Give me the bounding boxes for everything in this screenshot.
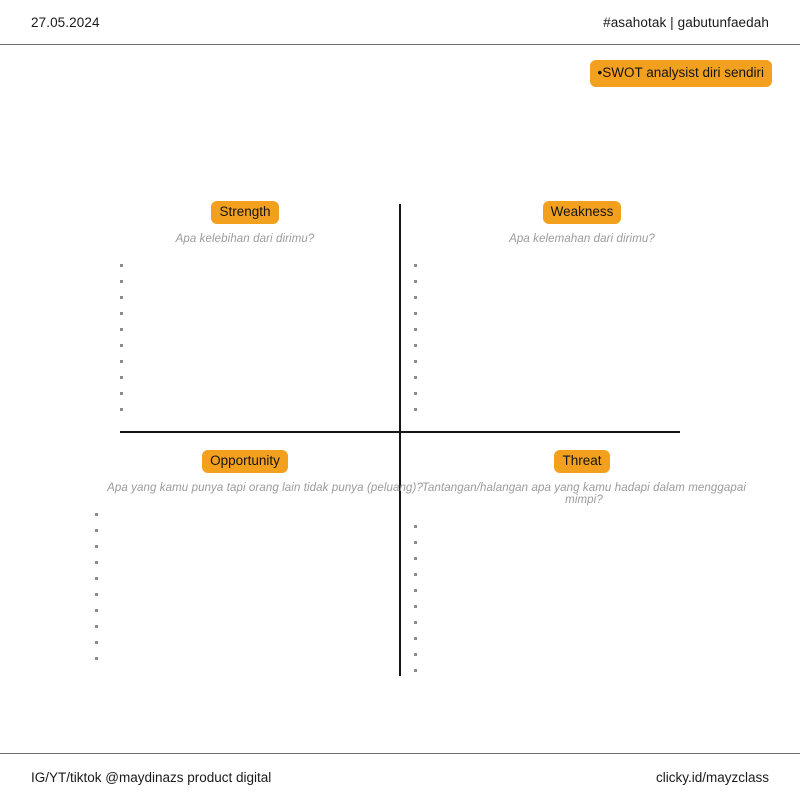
bullet-entry-line[interactable]: [414, 306, 762, 322]
header-date: 27.05.2024: [31, 15, 100, 30]
quadrant-weakness-header: Weakness: [402, 201, 762, 224]
quadrant-threat-bullet-list[interactable]: [414, 519, 762, 679]
footer-link: clicky.id/mayzclass: [655, 770, 769, 785]
bullet-entry-line[interactable]: [95, 587, 425, 603]
bullet-entry-line[interactable]: [414, 663, 762, 679]
bullet-entry-line[interactable]: [414, 551, 762, 567]
quadrant-weakness-prompt: Apa kelemahan dari dirimu?: [509, 232, 655, 245]
bullet-entry-line[interactable]: [414, 647, 762, 663]
quadrant-strength-prompt: Apa kelebihan dari dirimu?: [175, 232, 315, 245]
matrix-horizontal-divider: [120, 431, 680, 433]
bullet-entry-line[interactable]: [120, 338, 425, 354]
quadrant-weakness-badge: Weakness: [542, 201, 622, 224]
bullet-entry-line[interactable]: [120, 274, 425, 290]
bullet-entry-line[interactable]: [95, 635, 425, 651]
quadrant-opportunity-bullet-list[interactable]: [95, 507, 425, 667]
bullet-entry-line[interactable]: [414, 402, 762, 418]
bullet-entry-line[interactable]: [95, 603, 425, 619]
bullet-entry-line[interactable]: [414, 567, 762, 583]
bullet-entry-line[interactable]: [120, 290, 425, 306]
bullet-entry-line[interactable]: [414, 519, 762, 535]
bullet-entry-line[interactable]: [414, 583, 762, 599]
bullet-entry-line[interactable]: [120, 386, 425, 402]
bullet-entry-line[interactable]: [414, 386, 762, 402]
bullet-entry-line[interactable]: [120, 258, 425, 274]
quadrant-opportunity-header: Opportunity: [65, 450, 425, 473]
bullet-entry-line[interactable]: [414, 338, 762, 354]
bullet-entry-line[interactable]: [120, 322, 425, 338]
bullet-entry-line[interactable]: [414, 322, 762, 338]
bullet-entry-line[interactable]: [120, 306, 425, 322]
quadrant-strength-badge: Strength: [211, 201, 279, 224]
quadrant-threat-badge: Threat: [554, 450, 610, 473]
quadrant-threat-prompt: Tantangan/halangan apa yang kamu hadapi …: [421, 481, 747, 506]
bullet-entry-line[interactable]: [120, 402, 425, 418]
bullet-entry-line[interactable]: [120, 370, 425, 386]
quadrant-opportunity: Opportunity Apa yang kamu punya tapi ora…: [65, 450, 425, 667]
bullet-entry-line[interactable]: [414, 258, 762, 274]
bullet-entry-line[interactable]: [95, 539, 425, 555]
quadrant-strength: Strength Apa kelebihan dari dirimu?: [65, 201, 425, 418]
header-divider: [0, 44, 800, 45]
header-handle: #asahotak | gabutunfaedah: [603, 15, 769, 30]
quadrant-strength-bullet-list[interactable]: [120, 258, 425, 418]
quadrant-weakness-bullet-list[interactable]: [414, 258, 762, 418]
bullet-entry-line[interactable]: [414, 274, 762, 290]
bullet-entry-line[interactable]: [414, 370, 762, 386]
quadrant-strength-header: Strength: [65, 201, 425, 224]
quadrant-threat: Threat Tantangan/halangan apa yang kamu …: [402, 450, 762, 679]
bullet-entry-line[interactable]: [95, 507, 425, 523]
bullet-entry-line[interactable]: [414, 290, 762, 306]
bullet-entry-line[interactable]: [414, 535, 762, 551]
bullet-entry-line[interactable]: [414, 631, 762, 647]
bullet-entry-line[interactable]: [95, 571, 425, 587]
page-header: 27.05.2024 #asahotak | gabutunfaedah: [0, 0, 800, 44]
bullet-entry-line[interactable]: [120, 354, 425, 370]
quadrant-weakness: Weakness Apa kelemahan dari dirimu?: [402, 201, 762, 418]
bullet-entry-line[interactable]: [95, 555, 425, 571]
worksheet-title-badge: •SWOT analysist diri sendiri: [590, 60, 772, 87]
bullet-entry-line[interactable]: [95, 523, 425, 539]
quadrant-opportunity-badge: Opportunity: [202, 450, 288, 473]
swot-worksheet-page: 27.05.2024 #asahotak | gabutunfaedah •SW…: [0, 0, 800, 800]
footer-social-handle: IG/YT/tiktok @maydinazs product digital: [31, 770, 272, 785]
quadrant-threat-header: Threat: [402, 450, 762, 473]
quadrant-opportunity-prompt: Apa yang kamu punya tapi orang lain tida…: [107, 481, 423, 494]
bullet-entry-line[interactable]: [414, 615, 762, 631]
footer-divider: [0, 753, 800, 754]
bullet-entry-line[interactable]: [414, 354, 762, 370]
bullet-entry-line[interactable]: [414, 599, 762, 615]
bullet-entry-line[interactable]: [95, 619, 425, 635]
bullet-entry-line[interactable]: [95, 651, 425, 667]
